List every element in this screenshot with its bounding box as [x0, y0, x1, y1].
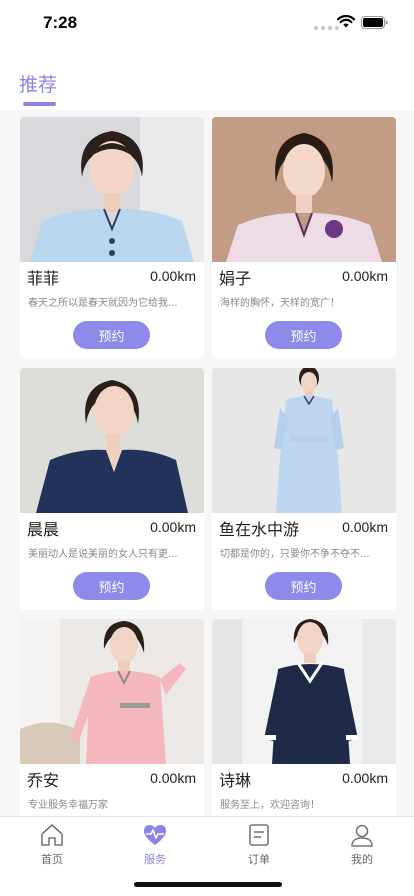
signal-dots-icon [314, 26, 339, 30]
staff-distance: 0.00km [150, 268, 196, 284]
staff-card[interactable]: 鱼在水中游 0.00km 切都是你的，只要你不争不夺不... 预约 [212, 368, 396, 610]
book-button[interactable]: 预约 [73, 321, 150, 349]
staff-distance: 0.00km [342, 770, 388, 786]
staff-description: 美丽动人是说美丽的女人只有更... [28, 549, 178, 560]
staff-photo [20, 368, 204, 513]
status-time: 7:28 [43, 13, 78, 32]
user-icon [351, 824, 373, 847]
tab-label: 首页 [41, 853, 63, 866]
battery-icon [361, 16, 388, 29]
tab-orders[interactable]: 订单 [229, 823, 289, 871]
staff-photo [212, 368, 396, 513]
staff-photo [20, 117, 204, 262]
staff-name: 乔安 [27, 771, 60, 790]
staff-distance: 0.00km [150, 519, 196, 535]
staff-card[interactable]: 娟子 0.00km 海样的胸怀，天样的宽广！ 预约 [212, 117, 396, 359]
staff-distance: 0.00km [150, 770, 196, 786]
staff-distance: 0.00km [342, 268, 388, 284]
book-button[interactable]: 预约 [73, 572, 150, 600]
staff-name: 诗琳 [219, 771, 252, 790]
staff-photo [212, 117, 396, 262]
tab-label: 订单 [248, 853, 270, 866]
staff-description: 海样的胸怀，天样的宽广！ [220, 298, 340, 309]
staff-card[interactable]: 诗琳 0.00km 服务至上，欢迎咨询！ 预约 [212, 619, 396, 816]
heart-pulse-icon [144, 825, 166, 845]
staff-card[interactable]: 乔安 0.00km 专业服务幸福万家 预约 [20, 619, 204, 816]
staff-name: 鱼在水中游 [219, 520, 300, 539]
staff-card[interactable]: 菲菲 0.00km 春天之所以是春天就因为它给我... 预约 [20, 117, 204, 359]
tab-label: 我的 [351, 853, 373, 866]
tab-mine[interactable]: 我的 [332, 823, 392, 871]
tab-indicator [23, 102, 56, 106]
book-button[interactable]: 预约 [265, 321, 342, 349]
order-icon [249, 824, 269, 846]
staff-description: 春天之所以是春天就因为它给我... [28, 298, 178, 309]
tab-service[interactable]: 服务 [125, 823, 185, 871]
staff-name: 娟子 [219, 269, 252, 288]
recommend-list[interactable]: 菲菲 0.00km 春天之所以是春天就因为它给我... 预约 娟子 0.00km… [0, 110, 414, 816]
staff-photo [212, 619, 396, 764]
staff-name: 菲菲 [27, 269, 60, 288]
staff-distance: 0.00km [342, 519, 388, 535]
wifi-icon [337, 15, 355, 28]
book-button[interactable]: 预约 [265, 572, 342, 600]
staff-name: 晨晨 [27, 520, 60, 539]
status-bar: 7:28 [0, 0, 414, 46]
staff-description: 专业服务幸福万家 [28, 800, 108, 811]
staff-photo [20, 619, 204, 764]
staff-description: 服务至上，欢迎咨询！ [220, 800, 320, 811]
staff-card[interactable]: 晨晨 0.00km 美丽动人是说美丽的女人只有更... 预约 [20, 368, 204, 610]
tab-recommend[interactable]: 推荐 [19, 70, 57, 97]
home-indicator [134, 882, 282, 887]
home-icon [41, 824, 63, 846]
tab-label: 服务 [144, 853, 166, 866]
tab-home[interactable]: 首页 [22, 823, 82, 871]
staff-description: 切都是你的，只要你不争不夺不... [220, 549, 370, 560]
